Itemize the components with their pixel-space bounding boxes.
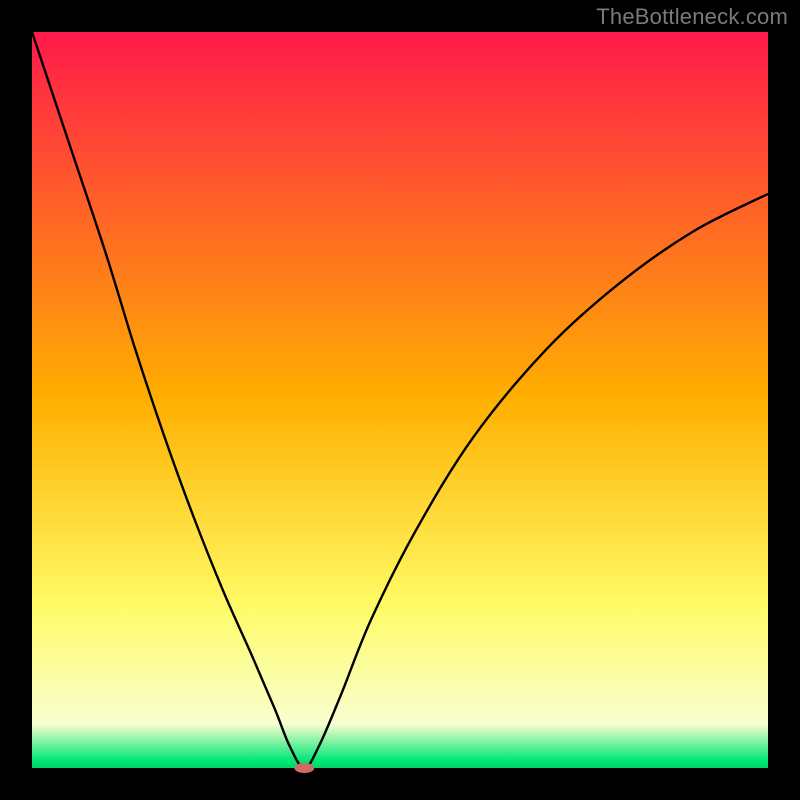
minimum-marker xyxy=(294,763,314,773)
bottleneck-chart xyxy=(0,0,800,800)
chart-container: TheBottleneck.com xyxy=(0,0,800,800)
plot-background xyxy=(32,32,768,768)
watermark: TheBottleneck.com xyxy=(596,4,788,30)
